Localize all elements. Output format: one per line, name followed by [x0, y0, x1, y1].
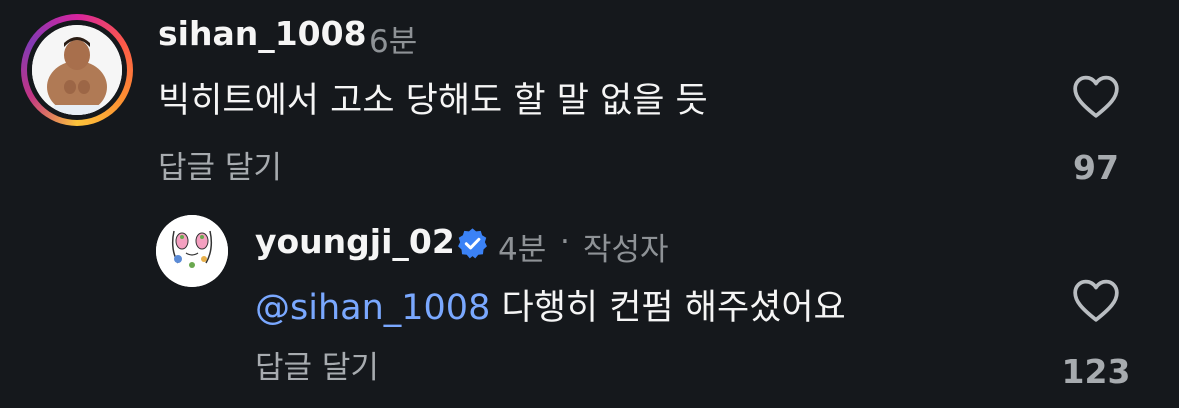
comment-body: 다행히 컨펌 해주셨어요	[501, 288, 846, 328]
comment-text: 빅히트에서 고소 당해도 할 말 없을 듯	[158, 81, 708, 121]
meta-separator: ·	[560, 224, 570, 260]
like-count: 97	[1073, 148, 1119, 187]
verified-badge-icon	[458, 228, 487, 259]
comment-time: 4분	[498, 232, 547, 268]
heart-outline-icon[interactable]	[1071, 277, 1121, 323]
comment-username[interactable]: youngji_02	[255, 222, 455, 261]
comment-username[interactable]: sihan_1008	[158, 14, 367, 53]
author-badge: 작성자	[583, 232, 669, 268]
comment-item: sihan_1008 6분 빅히트에서 고소 당해도 할 말 없을 듯 답글 달…	[0, 0, 1179, 200]
reply-button[interactable]: 답글 달기	[158, 142, 282, 187]
comment-text: @sihan_1008 다행히 컨펌 해주셨어요	[255, 279, 846, 330]
avatar-photo	[32, 25, 122, 115]
comment-time: 6분	[369, 24, 418, 60]
mention-link[interactable]: @sihan_1008	[255, 288, 490, 328]
reply-button[interactable]: 답글 달기	[255, 342, 379, 387]
avatar[interactable]	[156, 215, 228, 287]
like-count: 123	[1061, 352, 1131, 391]
avatar[interactable]	[32, 25, 122, 115]
heart-outline-icon[interactable]	[1071, 73, 1121, 119]
reply-comment-item: youngji_02 4분 · 작성자 @sihan_1008 다행히 컨펌 해…	[0, 200, 1179, 408]
avatar-drawing	[156, 215, 228, 287]
